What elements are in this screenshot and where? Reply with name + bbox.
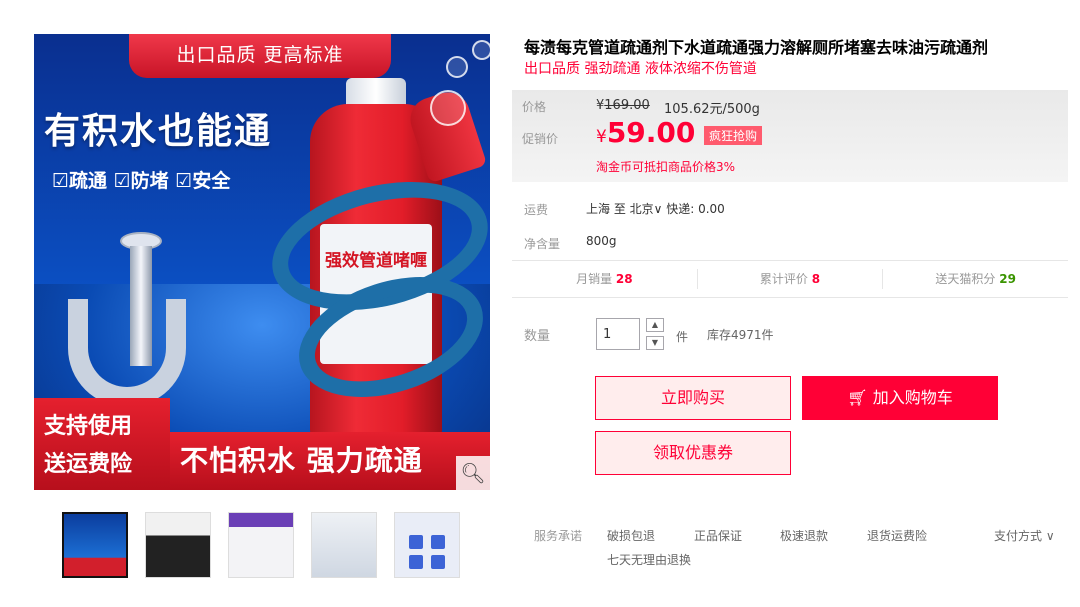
tmall-coin-note: 淘金币可抵扣商品价格3% [596,160,736,174]
quantity-input[interactable] [596,318,640,350]
quantity-decrease-button[interactable]: ▼ [646,336,664,350]
payment-methods-label: 支付方式 [994,529,1043,543]
thumbnail-5[interactable] [394,512,460,578]
tmall-points-label: 送天猫积分 [935,272,996,286]
quantity-label: 数量 [524,329,551,344]
review-count[interactable]: 累计评价 8 [696,269,883,289]
add-to-cart-label: 加入购物车 [872,388,953,407]
monthly-sales-label: 月销量 [576,272,613,286]
service-item[interactable]: 七天无理由退换 [607,551,691,568]
shipping-destination-select[interactable]: 上海 至 北京∨ 快递: 0.00 [586,200,725,217]
thumbnail-1[interactable] [62,512,128,578]
zoom-icon[interactable]: 🔍︎ [456,456,490,490]
unit-price: 105.62元/500g [664,102,760,117]
image-headline: 有积水也能通 [44,111,273,152]
product-page: 出口品质 更高标准 有积水也能通 ☑疏通 ☑防堵 ☑安全 强效管道啫喱 支持使用… [0,0,1080,607]
shipping-label: 运费 [524,203,549,217]
price-label: 价格 [522,100,547,114]
image-banner: 出口品质 更高标准 [129,34,391,78]
quantity-unit: 件 [676,330,689,344]
promo-right-banner: 不怕积水 强力疏通 [170,432,490,490]
promo-left-line1: 支持使用 [44,414,133,439]
service-promise-label: 服务承诺 [534,529,583,543]
promo-price: ¥59.00 [596,116,695,149]
net-content-value: 800g [586,234,617,248]
price-box: 价格 ¥169.00 105.62元/500g 促销价 ¥59.00 疯狂抢购 … [512,90,1068,182]
payment-methods-dropdown[interactable]: 支付方式 ∨ [994,527,1055,544]
flash-sale-badge: 疯狂抢购 [704,126,763,145]
thumbnail-3[interactable] [228,512,294,578]
quantity-increase-button[interactable]: ▲ [646,318,664,332]
promo-price-value: 59.00 [606,116,696,149]
monthly-sales-value: 28 [615,272,633,286]
original-price: ¥169.00 [596,98,650,113]
service-item[interactable]: 退货运费险 [867,527,927,544]
promo-price-label: 促销价 [522,132,559,146]
sales-stats-bar: 月销量 28 累计评价 8 送天猫积分 29 [512,260,1068,298]
bubble-graphic [472,40,490,60]
thumbnail-2[interactable] [145,512,211,578]
original-price-value: 169.00 [604,98,650,113]
review-count-value: 8 [811,272,821,286]
cart-icon: 🛒︎ [847,388,868,407]
product-title: 每渍每克管道疏通剂下水道疏通强力溶解厕所堵塞去味油污疏通剂 [524,38,989,57]
thumbnail-strip [62,512,460,578]
image-features: ☑疏通 ☑防堵 ☑安全 [52,170,231,192]
bubble-graphic [446,56,468,78]
net-content-label: 净含量 [524,237,561,251]
tmall-points-value: 29 [999,272,1016,286]
tmall-points: 送天猫积分 29 [882,269,1068,289]
buy-now-button[interactable]: 立即购买 [595,376,791,420]
service-item[interactable]: 破损包退 [607,527,655,544]
bubble-graphic [430,90,466,126]
service-item[interactable]: 正品保证 [694,527,742,544]
monthly-sales: 月销量 28 [512,261,697,297]
get-coupon-button[interactable]: 领取优惠券 [595,431,791,475]
add-to-cart-button[interactable]: 🛒︎ 加入购物车 [802,376,998,420]
main-product-image[interactable]: 出口品质 更高标准 有积水也能通 ☑疏通 ☑防堵 ☑安全 强效管道啫喱 支持使用… [34,34,490,490]
chevron-down-icon: ∨ [1045,529,1055,543]
review-count-label: 累计评价 [759,272,808,286]
thumbnail-4[interactable] [311,512,377,578]
service-item[interactable]: 极速退款 [780,527,828,544]
promo-currency: ¥ [596,127,607,147]
promo-left-line2: 送运费险 [44,452,133,477]
stock-count: 库存4971件 [707,328,774,342]
product-subtitle: 出口品质 强劲疏通 液体浓缩不伤管道 [524,61,757,77]
promo-left-block: 支持使用 送运费险 [34,398,170,490]
